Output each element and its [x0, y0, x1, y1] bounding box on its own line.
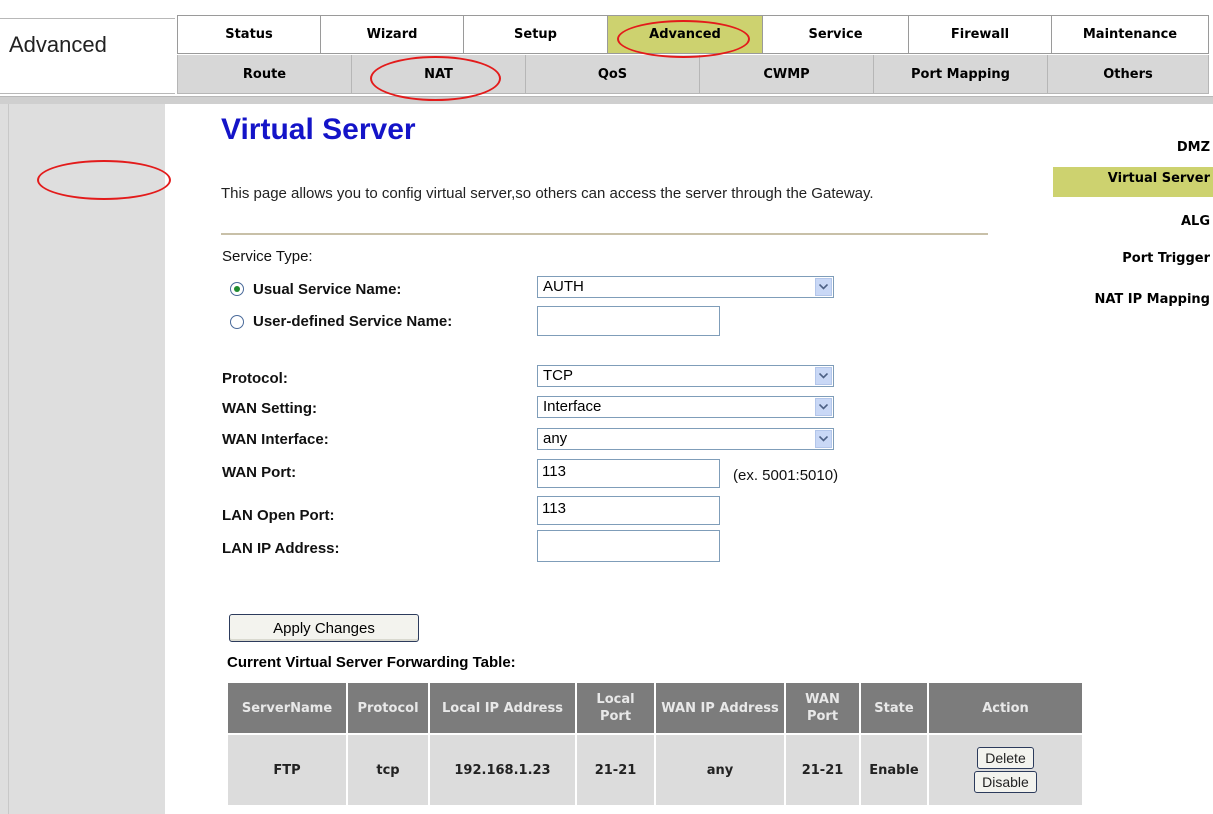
subtab-port-mapping[interactable]: Port Mapping	[873, 55, 1047, 94]
user-defined-service-radio[interactable]	[230, 315, 244, 329]
protocol-value: TCP	[543, 367, 573, 384]
user-defined-service-input[interactable]	[537, 306, 720, 336]
usual-service-label: Usual Service Name:	[253, 281, 402, 298]
col-header-local-ip: Local IP Address	[430, 683, 575, 733]
apply-changes-button[interactable]: Apply Changes	[229, 614, 419, 642]
delete-button[interactable]: Delete	[977, 747, 1034, 769]
sidebar-item-dmz[interactable]: DMZ	[1053, 137, 1213, 159]
chevron-down-icon	[815, 367, 832, 385]
lan-open-port-input[interactable]: 113	[537, 496, 720, 525]
tab-wizard[interactable]: Wizard	[320, 15, 463, 54]
wan-port-input[interactable]: 113	[537, 459, 720, 488]
lan-open-port-label: LAN Open Port:	[222, 507, 335, 524]
description-divider	[221, 233, 988, 235]
wan-setting-value: Interface	[543, 398, 602, 415]
cell-server-name: FTP	[228, 735, 346, 805]
table-header-row: ServerName Protocol Local IP Address Loc…	[228, 683, 1082, 733]
top-header: Advanced Status Wizard Setup Advanced Se…	[0, 0, 1213, 104]
tab-firewall[interactable]: Firewall	[908, 15, 1051, 54]
wan-interface-select[interactable]: any	[537, 428, 834, 450]
sidebar-item-port-trigger[interactable]: Port Trigger	[1053, 248, 1213, 270]
col-header-action: Action	[929, 683, 1082, 733]
cell-wan-port: 21-21	[786, 735, 859, 805]
wan-setting-label: WAN Setting:	[222, 400, 317, 417]
tab-advanced[interactable]: Advanced	[607, 15, 762, 54]
lan-ip-address-label: LAN IP Address:	[222, 540, 340, 557]
wan-port-hint: (ex. 5001:5010)	[733, 467, 839, 484]
wan-interface-label: WAN Interface:	[222, 431, 329, 448]
usual-service-select[interactable]: AUTH	[537, 276, 834, 298]
col-header-state: State	[861, 683, 927, 733]
sidebar-item-nat-ip-mapping[interactable]: NAT IP Mapping	[1053, 289, 1213, 311]
subtab-nat[interactable]: NAT	[351, 55, 525, 94]
table-row: FTP tcp 192.168.1.23 21-21 any 21-21 Ena…	[228, 735, 1082, 805]
protocol-label: Protocol:	[222, 370, 288, 387]
tab-service[interactable]: Service	[762, 15, 908, 54]
sub-tabs: Route NAT QoS CWMP Port Mapping Others	[177, 55, 1209, 94]
tab-advanced-label: Advanced	[649, 27, 721, 42]
page-title: Virtual Server	[221, 113, 416, 146]
sidebar-item-virtual-server[interactable]: Virtual Server	[1053, 167, 1213, 197]
col-header-wan-ip: WAN IP Address	[656, 683, 784, 733]
col-header-servername: ServerName	[228, 683, 346, 733]
tab-maintenance[interactable]: Maintenance	[1051, 15, 1209, 54]
forwarding-table: ServerName Protocol Local IP Address Loc…	[226, 681, 1084, 807]
col-header-wan-port: WAN Port	[786, 683, 859, 733]
wan-setting-select[interactable]: Interface	[537, 396, 834, 418]
left-sidebar	[0, 104, 165, 814]
table-title: Current Virtual Server Forwarding Table:	[227, 654, 516, 671]
chevron-down-icon	[815, 398, 832, 416]
cell-wan-ip: any	[656, 735, 784, 805]
chevron-down-icon	[815, 278, 832, 296]
tab-status[interactable]: Status	[177, 15, 320, 54]
sidebar-item-alg[interactable]: ALG	[1053, 211, 1213, 233]
usual-service-value: AUTH	[543, 278, 584, 295]
cell-state: Enable	[861, 735, 927, 805]
cell-local-port: 21-21	[577, 735, 654, 805]
user-defined-service-label: User-defined Service Name:	[253, 313, 453, 330]
disable-button[interactable]: Disable	[974, 771, 1037, 793]
protocol-select[interactable]: TCP	[537, 365, 834, 387]
sidebar-border	[8, 104, 9, 814]
cell-action: Delete Disable	[929, 735, 1082, 805]
col-header-local-port: Local Port	[577, 683, 654, 733]
brand-title: Advanced	[9, 32, 107, 57]
service-type-label: Service Type:	[222, 248, 313, 265]
cell-local-ip: 192.168.1.23	[430, 735, 575, 805]
wan-port-label: WAN Port:	[222, 464, 297, 481]
usual-service-radio[interactable]	[230, 282, 244, 296]
lan-ip-address-input[interactable]	[537, 530, 720, 562]
subtab-cwmp[interactable]: CWMP	[699, 55, 873, 94]
subtab-route[interactable]: Route	[177, 55, 351, 94]
tab-setup[interactable]: Setup	[463, 15, 607, 54]
subtab-others[interactable]: Others	[1047, 55, 1209, 94]
wan-interface-value: any	[543, 430, 568, 447]
cell-protocol: tcp	[348, 735, 428, 805]
main-tabs: Status Wizard Setup Advanced Service Fir…	[177, 15, 1209, 54]
chevron-down-icon	[815, 430, 832, 448]
subtab-qos[interactable]: QoS	[525, 55, 699, 94]
header-divider	[0, 96, 1213, 104]
col-header-protocol: Protocol	[348, 683, 428, 733]
page-description: This page allows you to config virtual s…	[221, 185, 874, 202]
